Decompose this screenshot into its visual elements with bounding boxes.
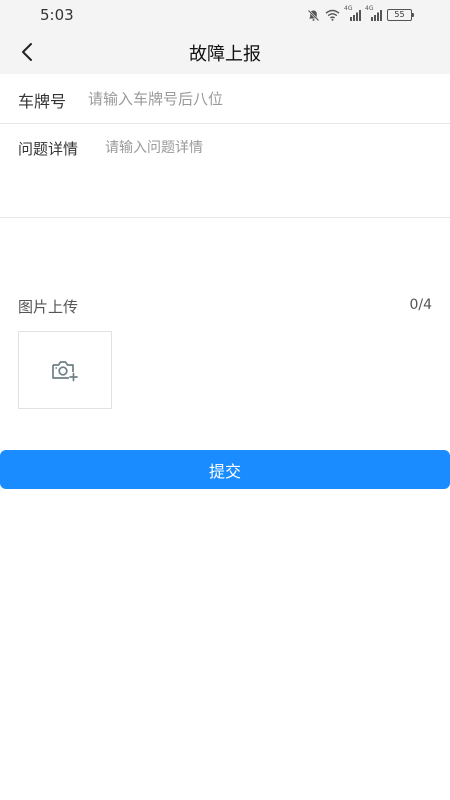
upload-label: 图片上传 bbox=[18, 298, 79, 316]
upload-count: 0/4 bbox=[409, 297, 432, 313]
status-icons: 4G 4G 55 bbox=[307, 5, 414, 23]
submit-button[interactable]: 提交 bbox=[0, 450, 450, 489]
detail-label: 问题详情 bbox=[18, 140, 79, 158]
plate-input[interactable] bbox=[88, 84, 428, 114]
bell-off-icon bbox=[307, 9, 320, 22]
camera-add-icon bbox=[52, 361, 78, 382]
plate-row: 车牌号 bbox=[0, 74, 450, 124]
page-title: 故障上报 bbox=[189, 44, 261, 65]
signal-4g-icon: 4G bbox=[365, 5, 382, 21]
detail-textarea[interactable] bbox=[105, 138, 435, 208]
wifi-icon bbox=[325, 9, 340, 21]
status-time: 5:03 bbox=[40, 6, 74, 24]
plate-label: 车牌号 bbox=[18, 92, 67, 111]
battery-icon: 55 bbox=[387, 9, 414, 21]
signal-4g-icon: 4G bbox=[344, 5, 361, 21]
status-bar: 5:03 4G 4G 55 bbox=[0, 0, 450, 30]
add-photo-button[interactable] bbox=[18, 331, 112, 409]
detail-row: 问题详情 bbox=[0, 124, 450, 218]
nav-bar: 故障上报 bbox=[0, 30, 450, 74]
